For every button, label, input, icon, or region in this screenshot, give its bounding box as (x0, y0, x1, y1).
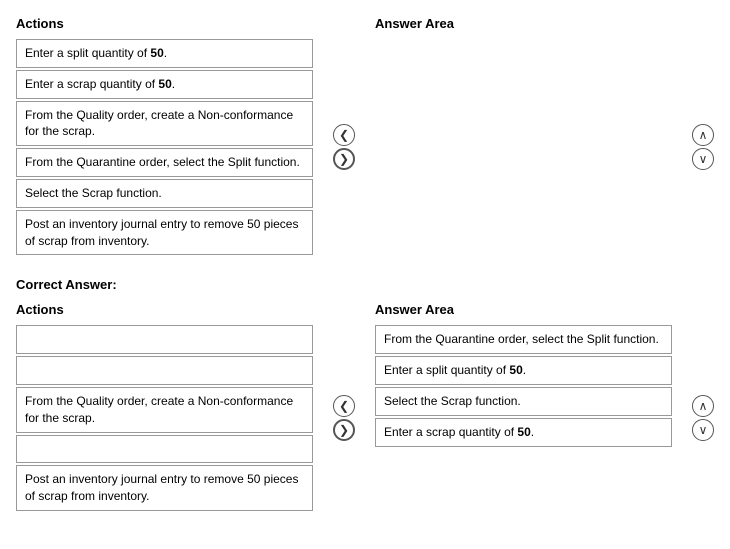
correct-answer-label: Correct Answer: (16, 277, 714, 292)
bottom-arrow-controls: ❮ ❯ (333, 302, 355, 513)
top-updown-controls: ∧ ∨ (692, 16, 714, 257)
bottom-actions-title: Actions (16, 302, 313, 317)
bottom-answer-item-1[interactable]: From the Quarantine order, select the Sp… (375, 325, 672, 354)
bottom-answer-item-4[interactable]: Enter a scrap quantity of 50. (375, 418, 672, 447)
bottom-action-item-2[interactable] (16, 356, 313, 385)
bottom-move-right-button[interactable]: ❯ (333, 419, 355, 441)
bottom-answer-title: Answer Area (375, 302, 672, 317)
top-answer-column: Answer Area (375, 16, 672, 257)
bottom-move-down-button[interactable]: ∨ (692, 419, 714, 441)
move-down-button[interactable]: ∨ (692, 148, 714, 170)
bottom-answer-item-2[interactable]: Enter a split quantity of 50. (375, 356, 672, 385)
top-actions-column: Actions Enter a split quantity of 50. En… (16, 16, 313, 257)
top-action-item-6[interactable]: Post an inventory journal entry to remov… (16, 210, 313, 256)
bottom-actions-column: Actions From the Quality order, create a… (16, 302, 313, 513)
move-up-button[interactable]: ∧ (692, 124, 714, 146)
top-action-item-1[interactable]: Enter a split quantity of 50. (16, 39, 313, 68)
move-left-button[interactable]: ❮ (333, 124, 355, 146)
top-section: Actions Enter a split quantity of 50. En… (16, 16, 714, 257)
top-arrow-controls: ❮ ❯ (333, 16, 355, 257)
top-action-item-5[interactable]: Select the Scrap function. (16, 179, 313, 208)
bottom-action-item-5[interactable]: Post an inventory journal entry to remov… (16, 465, 313, 511)
bottom-answer-column: Answer Area From the Quarantine order, s… (375, 302, 672, 513)
top-action-item-2[interactable]: Enter a scrap quantity of 50. (16, 70, 313, 99)
bottom-action-item-3[interactable]: From the Quality order, create a Non-con… (16, 387, 313, 433)
bottom-action-item-1[interactable] (16, 325, 313, 354)
bottom-move-up-button[interactable]: ∧ (692, 395, 714, 417)
bottom-section: Actions From the Quality order, create a… (16, 302, 714, 513)
top-action-item-3[interactable]: From the Quality order, create a Non-con… (16, 101, 313, 147)
bottom-answer-item-3[interactable]: Select the Scrap function. (375, 387, 672, 416)
bottom-action-item-4[interactable] (16, 435, 313, 464)
bottom-move-left-button[interactable]: ❮ (333, 395, 355, 417)
top-action-item-4[interactable]: From the Quarantine order, select the Sp… (16, 148, 313, 177)
move-right-button[interactable]: ❯ (333, 148, 355, 170)
top-answer-title: Answer Area (375, 16, 672, 31)
bottom-updown-controls: ∧ ∨ (692, 302, 714, 513)
top-actions-title: Actions (16, 16, 313, 31)
